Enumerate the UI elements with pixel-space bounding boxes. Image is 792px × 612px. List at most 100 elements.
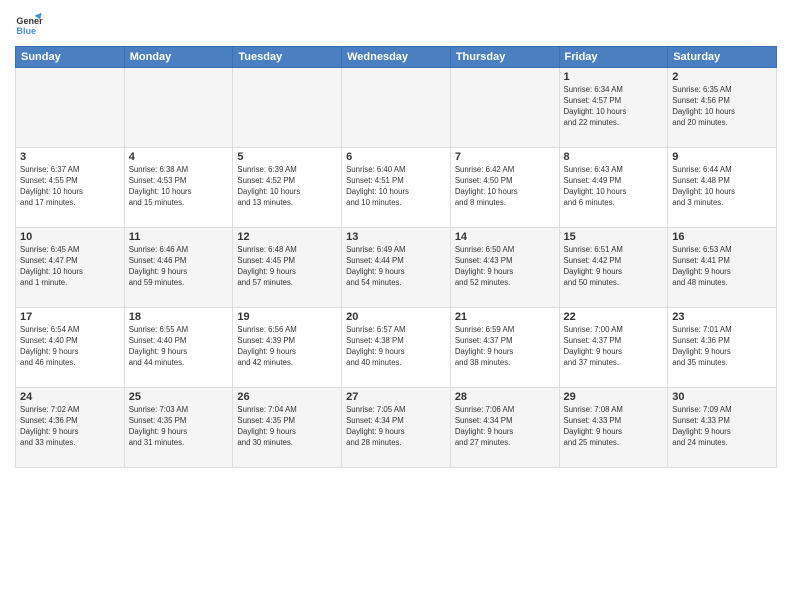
header-saturday: Saturday (668, 47, 777, 68)
day-info: Sunrise: 6:42 AM Sunset: 4:50 PM Dayligh… (455, 165, 555, 209)
day-info: Sunrise: 7:06 AM Sunset: 4:34 PM Dayligh… (455, 405, 555, 449)
day-info: Sunrise: 6:51 AM Sunset: 4:42 PM Dayligh… (564, 245, 664, 289)
calendar-cell: 30 Sunrise: 7:09 AM Sunset: 4:33 PM Dayli… (668, 388, 777, 468)
day-number: 20 (346, 311, 446, 323)
calendar-cell: 29Sunrise: 7:08 AM Sunset: 4:33 PM Dayli… (559, 388, 668, 468)
week-row-4: 17 Sunrise: 6:54 AM Sunset: 4:40 PM Dayli… (16, 308, 777, 388)
calendar-cell: 13 Sunrise: 6:49 AM Sunset: 4:44 PM Dayli… (342, 228, 451, 308)
calendar-cell (342, 68, 451, 148)
logo: General Blue (15, 10, 43, 38)
calendar-cell: 23 Sunrise: 7:01 AM Sunset: 4:36 PM Dayli… (668, 308, 777, 388)
day-number: 17 (20, 311, 120, 323)
day-info: Sunrise: 6:53 AM Sunset: 4:41 PM Dayligh… (672, 245, 772, 289)
day-info: Sunrise: 6:56 AM Sunset: 4:39 PM Dayligh… (237, 325, 337, 369)
header-monday: Monday (124, 47, 233, 68)
calendar-cell (124, 68, 233, 148)
day-number: 2 (672, 71, 772, 83)
calendar-cell: 15 Sunrise: 6:51 AM Sunset: 4:42 PM Dayli… (559, 228, 668, 308)
svg-text:Blue: Blue (16, 26, 36, 36)
day-number: 3 (20, 151, 120, 163)
header-sunday: Sunday (16, 47, 125, 68)
calendar-cell: 7 Sunrise: 6:42 AM Sunset: 4:50 PM Daylig… (450, 148, 559, 228)
day-number: 12 (237, 231, 337, 243)
calendar-cell: 16 Sunrise: 6:53 AM Sunset: 4:41 PM Dayli… (668, 228, 777, 308)
day-info: Sunrise: 6:50 AM Sunset: 4:43 PM Dayligh… (455, 245, 555, 289)
calendar-cell: 8 Sunrise: 6:43 AM Sunset: 4:49 PM Daylig… (559, 148, 668, 228)
day-number: 15 (564, 231, 664, 243)
day-info: Sunrise: 6:48 AM Sunset: 4:45 PM Dayligh… (237, 245, 337, 289)
header-wednesday: Wednesday (342, 47, 451, 68)
header: General Blue (15, 10, 777, 38)
day-info: Sunrise: 6:35 AM Sunset: 4:56 PM Dayligh… (672, 85, 772, 129)
day-info: Sunrise: 7:02 AM Sunset: 4:36 PM Dayligh… (20, 405, 120, 449)
calendar-cell: 24 Sunrise: 7:02 AM Sunset: 4:36 PM Dayli… (16, 388, 125, 468)
day-info: Sunrise: 6:44 AM Sunset: 4:48 PM Dayligh… (672, 165, 772, 209)
calendar-cell (16, 68, 125, 148)
day-number: 26 (237, 391, 337, 403)
day-number: 18 (129, 311, 229, 323)
calendar-cell: 21 Sunrise: 6:59 AM Sunset: 4:37 PM Dayli… (450, 308, 559, 388)
header-friday: Friday (559, 47, 668, 68)
day-number: 19 (237, 311, 337, 323)
calendar-cell: 28 Sunrise: 7:06 AM Sunset: 4:34 PM Dayli… (450, 388, 559, 468)
day-info: Sunrise: 7:04 AM Sunset: 4:35 PM Dayligh… (237, 405, 337, 449)
day-number: 29 (564, 391, 664, 403)
calendar-cell: 17 Sunrise: 6:54 AM Sunset: 4:40 PM Dayli… (16, 308, 125, 388)
day-info: Sunrise: 6:46 AM Sunset: 4:46 PM Dayligh… (129, 245, 229, 289)
day-info: Sunrise: 7:05 AM Sunset: 4:34 PM Dayligh… (346, 405, 446, 449)
calendar-cell: 19 Sunrise: 6:56 AM Sunset: 4:39 PM Dayli… (233, 308, 342, 388)
day-number: 5 (237, 151, 337, 163)
day-number: 21 (455, 311, 555, 323)
calendar-cell: 11 Sunrise: 6:46 AM Sunset: 4:46 PM Dayli… (124, 228, 233, 308)
calendar-cell: 1Sunrise: 6:34 AM Sunset: 4:57 PM Daylig… (559, 68, 668, 148)
day-number: 28 (455, 391, 555, 403)
calendar-cell: 27 Sunrise: 7:05 AM Sunset: 4:34 PM Dayli… (342, 388, 451, 468)
calendar-cell (233, 68, 342, 148)
day-number: 16 (672, 231, 772, 243)
day-number: 9 (672, 151, 772, 163)
day-number: 24 (20, 391, 120, 403)
day-info: Sunrise: 7:09 AM Sunset: 4:33 PM Dayligh… (672, 405, 772, 449)
day-number: 4 (129, 151, 229, 163)
header-tuesday: Tuesday (233, 47, 342, 68)
calendar-cell: 6 Sunrise: 6:40 AM Sunset: 4:51 PM Daylig… (342, 148, 451, 228)
day-number: 7 (455, 151, 555, 163)
calendar-cell: 2 Sunrise: 6:35 AM Sunset: 4:56 PM Daylig… (668, 68, 777, 148)
calendar-cell: 25 Sunrise: 7:03 AM Sunset: 4:35 PM Dayli… (124, 388, 233, 468)
calendar-cell (450, 68, 559, 148)
calendar-cell: 20Sunrise: 6:57 AM Sunset: 4:38 PM Dayli… (342, 308, 451, 388)
calendar-page: General Blue SundayMondayTuesdayWednesda… (0, 0, 792, 612)
day-number: 27 (346, 391, 446, 403)
day-number: 6 (346, 151, 446, 163)
day-number: 13 (346, 231, 446, 243)
day-number: 8 (564, 151, 664, 163)
day-number: 22 (564, 311, 664, 323)
day-number: 25 (129, 391, 229, 403)
day-info: Sunrise: 6:43 AM Sunset: 4:49 PM Dayligh… (564, 165, 664, 209)
day-number: 14 (455, 231, 555, 243)
calendar-cell: 18 Sunrise: 6:55 AM Sunset: 4:40 PM Dayli… (124, 308, 233, 388)
day-info: Sunrise: 6:39 AM Sunset: 4:52 PM Dayligh… (237, 165, 337, 209)
day-info: Sunrise: 7:01 AM Sunset: 4:36 PM Dayligh… (672, 325, 772, 369)
week-row-1: 1Sunrise: 6:34 AM Sunset: 4:57 PM Daylig… (16, 68, 777, 148)
calendar-cell: 26 Sunrise: 7:04 AM Sunset: 4:35 PM Dayli… (233, 388, 342, 468)
calendar-cell: 14 Sunrise: 6:50 AM Sunset: 4:43 PM Dayli… (450, 228, 559, 308)
day-info: Sunrise: 7:03 AM Sunset: 4:35 PM Dayligh… (129, 405, 229, 449)
day-info: Sunrise: 6:40 AM Sunset: 4:51 PM Dayligh… (346, 165, 446, 209)
day-number: 1 (564, 71, 664, 83)
day-info: Sunrise: 6:59 AM Sunset: 4:37 PM Dayligh… (455, 325, 555, 369)
day-info: Sunrise: 7:00 AM Sunset: 4:37 PM Dayligh… (564, 325, 664, 369)
day-info: Sunrise: 6:54 AM Sunset: 4:40 PM Dayligh… (20, 325, 120, 369)
calendar-cell: 10Sunrise: 6:45 AM Sunset: 4:47 PM Dayli… (16, 228, 125, 308)
day-info: Sunrise: 6:55 AM Sunset: 4:40 PM Dayligh… (129, 325, 229, 369)
day-number: 23 (672, 311, 772, 323)
week-row-5: 24 Sunrise: 7:02 AM Sunset: 4:36 PM Dayli… (16, 388, 777, 468)
logo-icon: General Blue (15, 10, 43, 38)
week-row-2: 3Sunrise: 6:37 AM Sunset: 4:55 PM Daylig… (16, 148, 777, 228)
calendar-cell: 9 Sunrise: 6:44 AM Sunset: 4:48 PM Daylig… (668, 148, 777, 228)
day-number: 11 (129, 231, 229, 243)
calendar-cell: 4Sunrise: 6:38 AM Sunset: 4:53 PM Daylig… (124, 148, 233, 228)
calendar-cell: 22 Sunrise: 7:00 AM Sunset: 4:37 PM Dayli… (559, 308, 668, 388)
day-number: 30 (672, 391, 772, 403)
day-info: Sunrise: 6:49 AM Sunset: 4:44 PM Dayligh… (346, 245, 446, 289)
